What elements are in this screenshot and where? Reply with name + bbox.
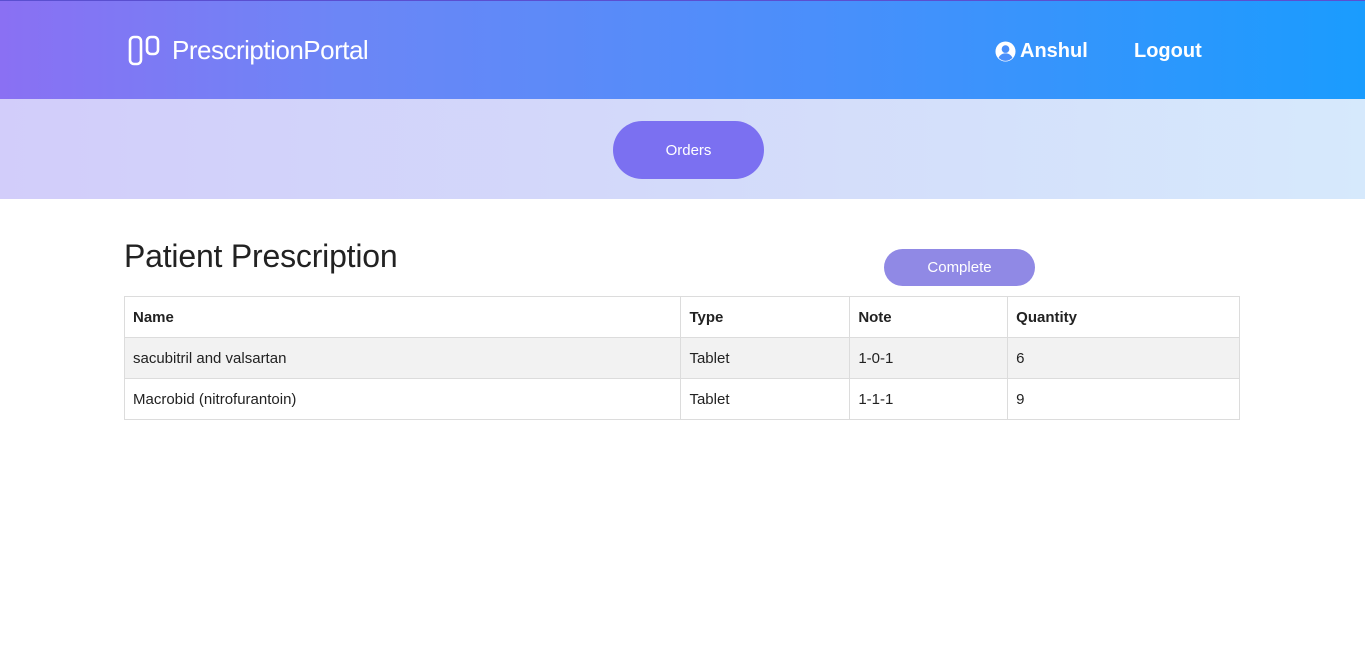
brand-name: PrescriptionPortal: [172, 34, 369, 65]
table-row: Macrobid (nitrofurantoin) Tablet 1-1-1 9: [123, 378, 1240, 420]
user-circle-icon: [995, 40, 1016, 62]
cell-quantity: 6: [1007, 337, 1240, 379]
cell-name: sacubitril and valsartan: [123, 337, 682, 379]
brand-link[interactable]: PrescriptionPortal: [128, 34, 369, 66]
page-title: Patient Prescription: [124, 238, 398, 274]
column-header-quantity: Quantity: [1007, 296, 1240, 338]
cell-note: 1-1-1: [849, 378, 1009, 420]
columns-icon: [128, 34, 160, 66]
cell-quantity: 9: [1007, 378, 1240, 420]
cell-note: 1-0-1: [849, 337, 1009, 379]
logout-link[interactable]: Logout: [1134, 39, 1202, 63]
sub-navbar: Orders: [0, 99, 1365, 199]
prescription-table: Name Type Note Quantity sacubitril and v…: [123, 296, 1240, 420]
cell-name: Macrobid (nitrofurantoin): [123, 378, 682, 420]
cell-type: Tablet: [680, 337, 851, 379]
column-header-type: Type: [680, 296, 851, 338]
column-header-note: Note: [849, 296, 1009, 338]
column-header-name: Name: [123, 296, 682, 338]
complete-button[interactable]: Complete: [884, 249, 1035, 286]
table-row: sacubitril and valsartan Tablet 1-0-1 6: [123, 337, 1240, 379]
table-header-row: Name Type Note Quantity: [123, 296, 1240, 338]
orders-button[interactable]: Orders: [613, 121, 764, 179]
user-profile-link[interactable]: Anshul: [995, 39, 1088, 63]
top-navbar: PrescriptionPortal Anshul Logout: [0, 0, 1365, 99]
cell-type: Tablet: [680, 378, 851, 420]
user-name: Anshul: [1020, 39, 1088, 62]
